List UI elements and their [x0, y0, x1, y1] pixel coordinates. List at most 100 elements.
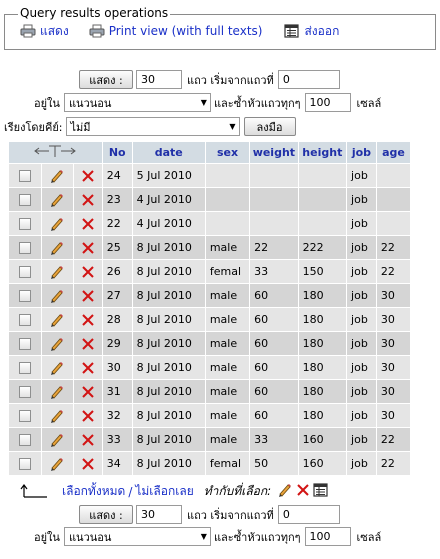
- delete-row-button[interactable]: [74, 164, 102, 187]
- row-checkbox[interactable]: [18, 338, 31, 350]
- edit-row-button[interactable]: [41, 284, 74, 307]
- edit-row-button[interactable]: [41, 356, 74, 379]
- row-checkbox-cell: [9, 380, 41, 403]
- cell-no: 25: [102, 236, 132, 259]
- column-header-height[interactable]: height: [298, 142, 347, 163]
- delete-row-button[interactable]: [74, 308, 102, 331]
- rows-count-input[interactable]: 30: [136, 70, 182, 89]
- display-mode-value: แนวนอน: [68, 96, 112, 110]
- column-header-weight[interactable]: weight: [250, 142, 298, 163]
- edit-row-button[interactable]: [41, 260, 74, 283]
- edit-row-button[interactable]: [41, 236, 74, 259]
- edit-row-button[interactable]: [41, 188, 74, 211]
- delete-row-button[interactable]: [74, 356, 102, 379]
- cell-age: [376, 164, 410, 187]
- row-checkbox[interactable]: [18, 386, 31, 398]
- column-header-age[interactable]: age: [376, 142, 410, 163]
- row-checkbox[interactable]: [18, 218, 31, 230]
- sort-key-select[interactable]: ไม่มี ▼: [65, 117, 240, 136]
- row-checkbox[interactable]: [18, 266, 31, 278]
- table-row[interactable]: 24 5 Jul 2010 job: [9, 164, 410, 187]
- row-checkbox[interactable]: [18, 242, 31, 254]
- row-checkbox[interactable]: [18, 410, 31, 422]
- check-all-link[interactable]: เลือกทั้งหมด: [62, 482, 125, 501]
- delete-row-button[interactable]: [74, 452, 102, 475]
- table-row[interactable]: 27 8 Jul 2010 male 60 180 job 30: [9, 284, 410, 307]
- row-checkbox[interactable]: [18, 434, 31, 446]
- bulk-delete-button[interactable]: [295, 482, 311, 501]
- display-mode-select[interactable]: แนวนอน ▼: [63, 93, 211, 112]
- cell-sex: femal: [205, 260, 250, 283]
- edit-row-button[interactable]: [41, 380, 74, 403]
- sort-go-button[interactable]: ลงมือ: [243, 117, 296, 136]
- column-resize-handle[interactable]: [9, 142, 102, 163]
- show-rows-button[interactable]: แสดง :: [79, 70, 133, 89]
- cell-height: 180: [298, 404, 347, 427]
- row-checkbox-cell: [9, 212, 41, 235]
- print-view-link[interactable]: Print view (with full texts): [89, 24, 263, 38]
- edit-row-button[interactable]: [41, 164, 74, 187]
- column-header-job[interactable]: job: [347, 142, 376, 163]
- edit-row-button[interactable]: [41, 308, 74, 331]
- cell-date: 8 Jul 2010: [132, 380, 205, 403]
- repeat-headers-input-bottom[interactable]: 100: [304, 527, 351, 546]
- delete-row-button[interactable]: [74, 404, 102, 427]
- cell-weight: [250, 212, 298, 235]
- table-row[interactable]: 31 8 Jul 2010 male 60 180 job 30: [9, 380, 410, 403]
- table-row[interactable]: 26 8 Jul 2010 femal 33 150 job 22: [9, 260, 410, 283]
- cell-no: 31: [102, 380, 132, 403]
- display-mode-select-bottom[interactable]: แนวนอน ▼: [63, 527, 211, 546]
- row-checkbox[interactable]: [18, 170, 31, 182]
- row-checkbox-cell: [9, 164, 41, 187]
- column-header-no[interactable]: No: [102, 142, 132, 163]
- edit-row-button[interactable]: [41, 404, 74, 427]
- column-header-sex[interactable]: sex: [205, 142, 250, 163]
- start-row-input[interactable]: 0: [277, 70, 340, 89]
- table-row[interactable]: 34 8 Jul 2010 femal 50 160 job 22: [9, 452, 410, 475]
- delete-row-button[interactable]: [74, 188, 102, 211]
- cell-no: 22: [102, 212, 132, 235]
- show-link[interactable]: แสดง: [20, 22, 69, 41]
- table-row[interactable]: 28 8 Jul 2010 male 60 180 job 30: [9, 308, 410, 331]
- cell-no: 34: [102, 452, 132, 475]
- row-checkbox[interactable]: [18, 362, 31, 374]
- delete-row-button[interactable]: [74, 380, 102, 403]
- repeat-headers-input[interactable]: 100: [304, 93, 351, 112]
- table-row[interactable]: 29 8 Jul 2010 male 60 180 job 30: [9, 332, 410, 355]
- delete-row-button[interactable]: [74, 212, 102, 235]
- delete-row-button[interactable]: [74, 284, 102, 307]
- export-link[interactable]: ส่งออก: [284, 22, 339, 41]
- row-checkbox[interactable]: [18, 194, 31, 206]
- cell-sex: male: [205, 428, 250, 451]
- delete-row-button[interactable]: [74, 260, 102, 283]
- delete-row-button[interactable]: [74, 236, 102, 259]
- show-rows-button-bottom[interactable]: แสดง :: [79, 505, 133, 524]
- delete-row-button[interactable]: [74, 428, 102, 451]
- print-view-label: Print view (with full texts): [108, 24, 263, 38]
- uncheck-all-link[interactable]: ไม่เลือกเลย: [135, 482, 193, 501]
- bulk-operations-row: เลือกทั้งหมด / ไม่เลือกเลย ทำกับที่เลือก…: [20, 482, 329, 501]
- edit-row-button[interactable]: [41, 452, 74, 475]
- row-checkbox[interactable]: [18, 290, 31, 302]
- table-row[interactable]: 23 4 Jul 2010 job: [9, 188, 410, 211]
- delete-row-button[interactable]: [74, 332, 102, 355]
- arrow-up-left-icon: [20, 483, 47, 498]
- row-checkbox[interactable]: [18, 314, 31, 326]
- start-row-input-bottom[interactable]: 0: [277, 505, 340, 524]
- row-checkbox[interactable]: [18, 458, 31, 470]
- sort-key-value: ไม่มี: [70, 120, 91, 134]
- bulk-export-button[interactable]: [313, 483, 329, 500]
- bulk-edit-button[interactable]: [277, 482, 293, 501]
- rows-count-input-bottom[interactable]: 30: [136, 505, 182, 524]
- cell-weight: 60: [250, 380, 298, 403]
- table-row[interactable]: 32 8 Jul 2010 male 60 180 job 30: [9, 404, 410, 427]
- table-row[interactable]: 33 8 Jul 2010 male 33 160 job 22: [9, 428, 410, 451]
- edit-row-button[interactable]: [41, 212, 74, 235]
- table-row[interactable]: 25 8 Jul 2010 male 22 222 job 22: [9, 236, 410, 259]
- edit-row-button[interactable]: [41, 332, 74, 355]
- edit-row-button[interactable]: [41, 428, 74, 451]
- column-header-date[interactable]: date: [132, 142, 205, 163]
- table-row[interactable]: 30 8 Jul 2010 male 60 180 job 30: [9, 356, 410, 379]
- table-row[interactable]: 22 4 Jul 2010 job: [9, 212, 410, 235]
- dropdown-arrow-icon: ▼: [200, 532, 207, 541]
